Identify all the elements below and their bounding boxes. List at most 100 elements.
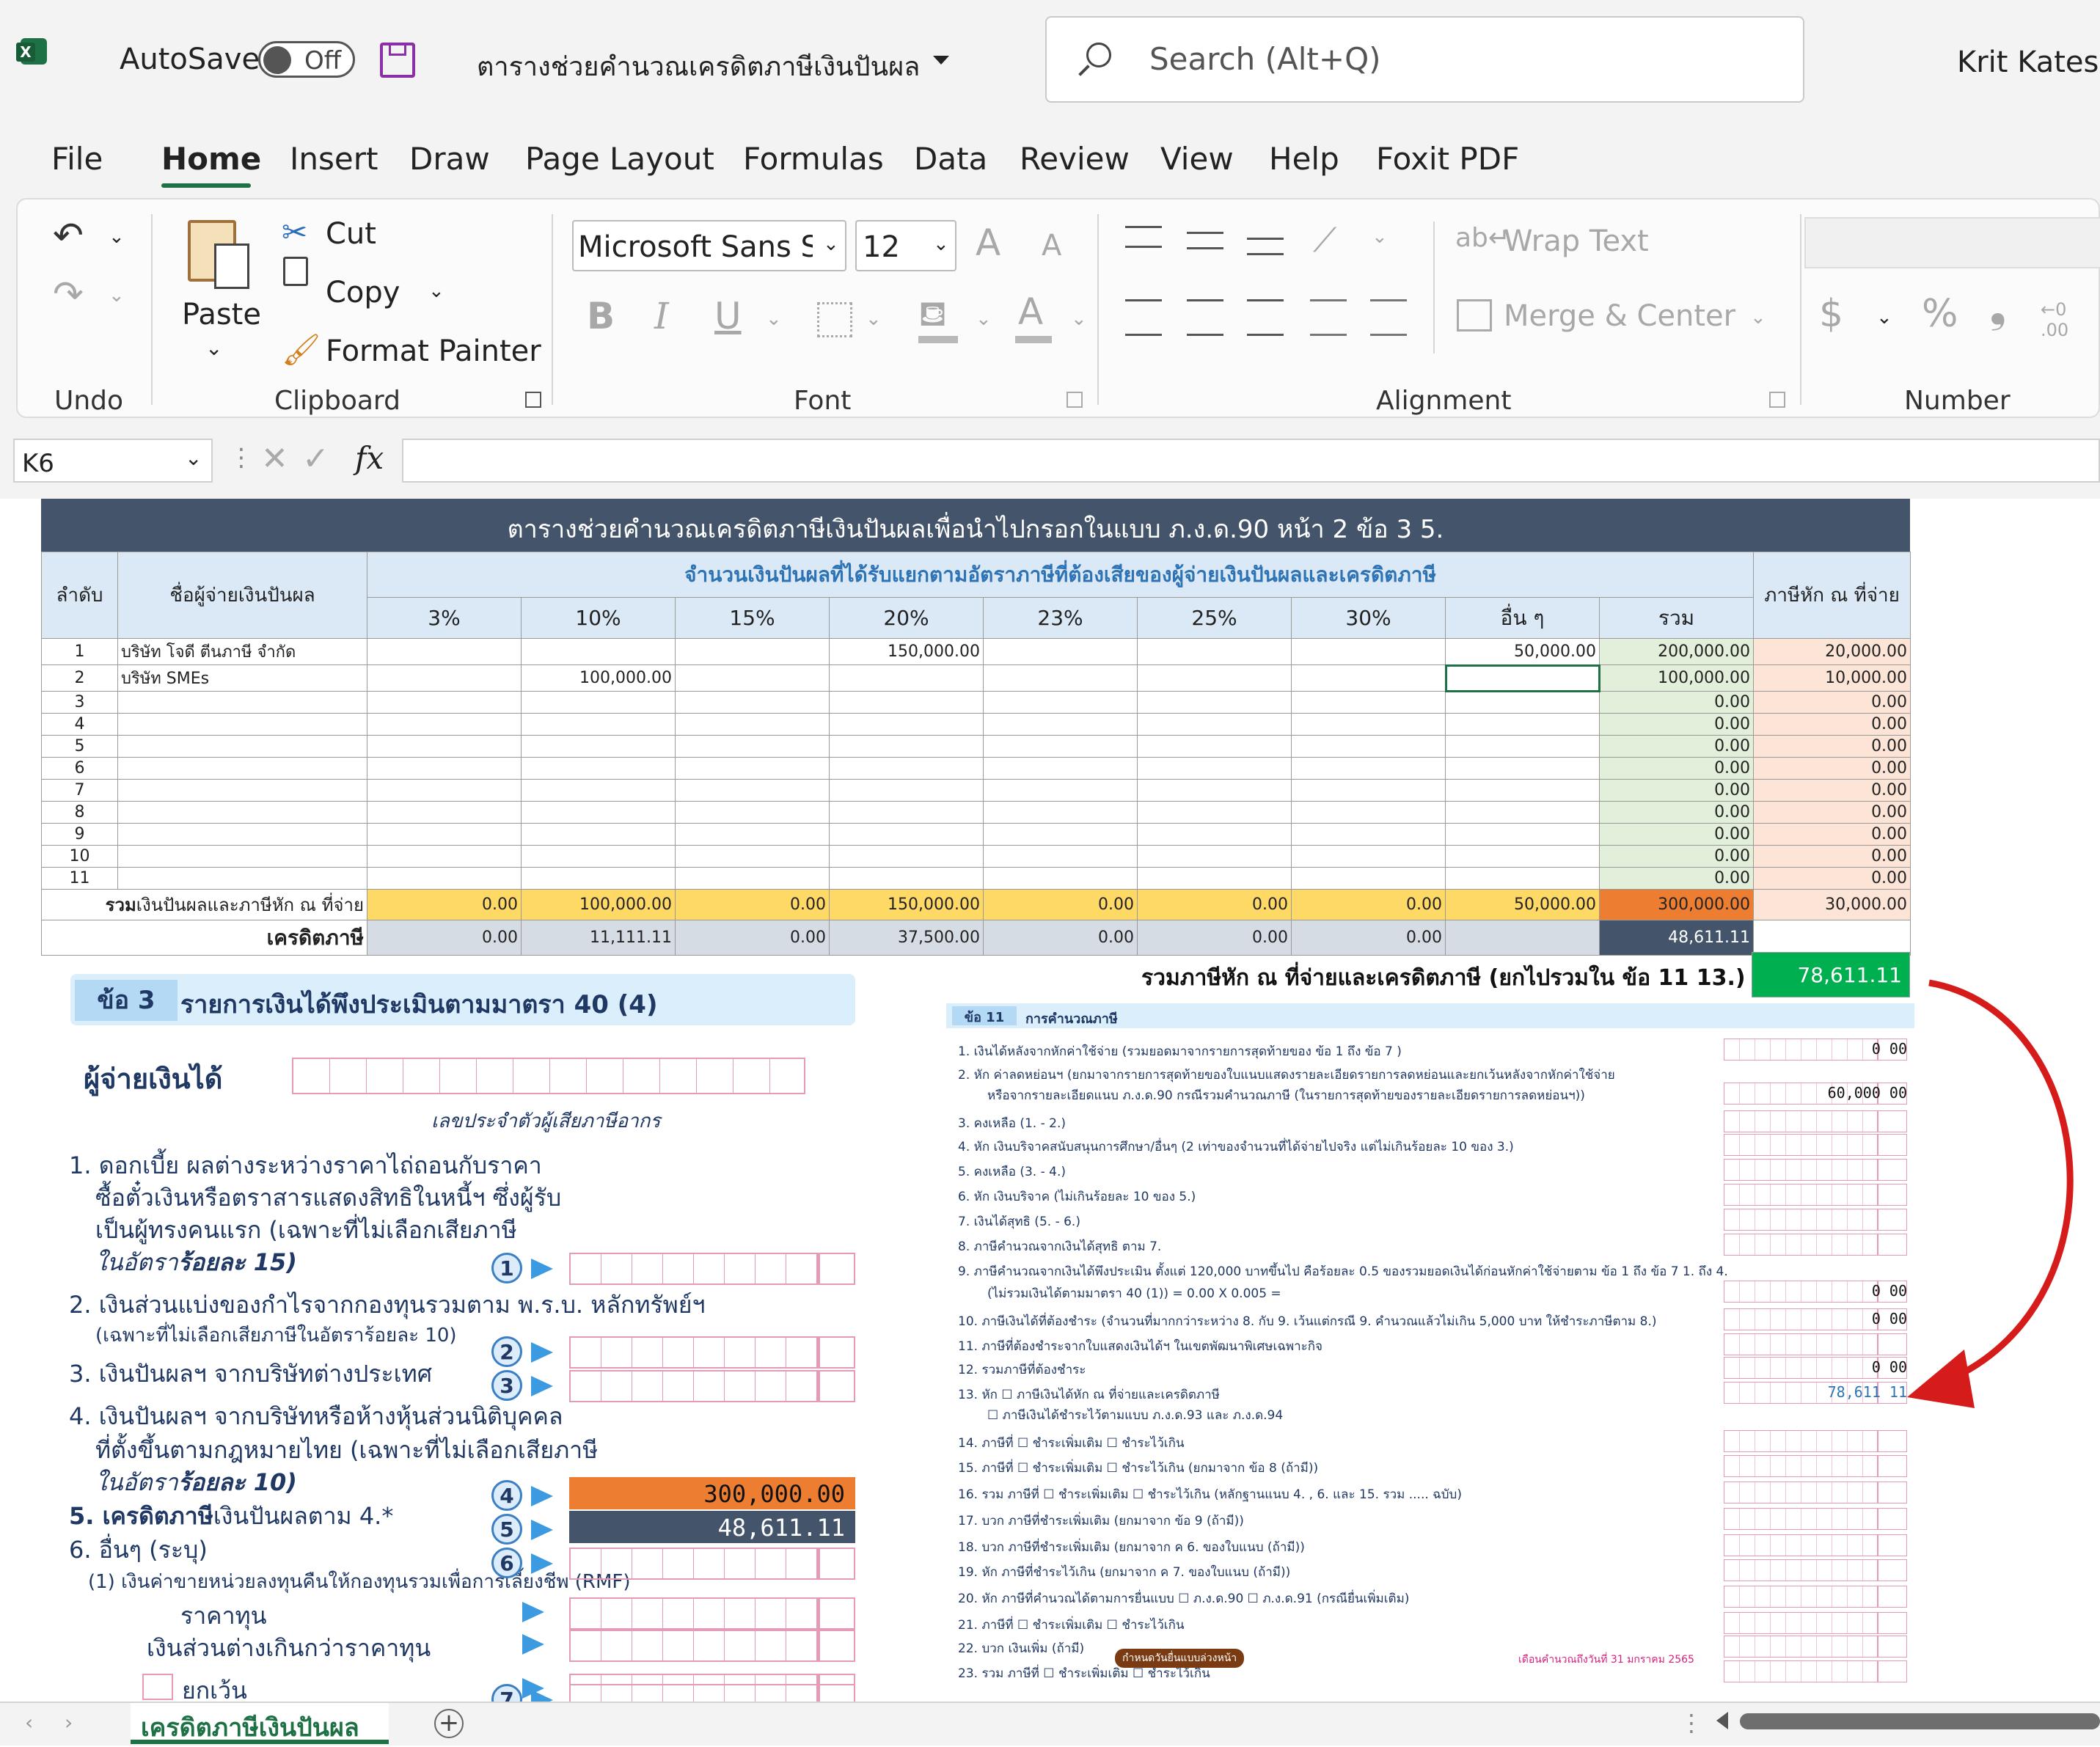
orientation-icon[interactable]: ⟋ [1313, 220, 1336, 261]
amount-boxes[interactable] [1724, 1482, 1878, 1504]
tab-formulas[interactable]: Formulas [743, 141, 884, 177]
amount-boxes[interactable] [569, 1336, 819, 1369]
format-painter-button[interactable]: Format Painter [326, 334, 541, 368]
tab-options-icon[interactable]: ⋮ [1680, 1709, 1703, 1737]
amount-cell[interactable] [1291, 735, 1446, 758]
amount-boxes[interactable] [1724, 1636, 1878, 1658]
amount-cell[interactable] [521, 713, 676, 736]
align-center-icon[interactable] [1187, 299, 1223, 336]
amount-boxes[interactable] [1724, 1430, 1878, 1452]
row-total[interactable]: 0.00 [1598, 845, 1755, 868]
row-no[interactable]: 11 [41, 867, 118, 890]
row-wht[interactable]: 0.00 [1753, 735, 1911, 758]
sum-cell[interactable]: 100,000.00 [521, 889, 676, 920]
amount-boxes[interactable] [1724, 1134, 1878, 1156]
merge-center-button[interactable]: Merge & Center [1504, 299, 1735, 333]
amount-cell[interactable] [521, 691, 676, 714]
sheet-tab-active[interactable]: เครดิตภาษีเงินปันผล [131, 1703, 389, 1744]
payer-name[interactable] [117, 845, 367, 868]
amount-boxes[interactable] [1724, 1209, 1878, 1231]
amount-cell[interactable] [521, 757, 676, 780]
calc-value[interactable]: 78,611 11 [1724, 1383, 1907, 1401]
amount-cell[interactable]: 150,000.00 [829, 638, 984, 665]
amount-boxes[interactable] [1724, 1612, 1878, 1634]
row-total[interactable]: 0.00 [1598, 801, 1755, 824]
scissors-icon[interactable]: ✂ [282, 214, 307, 250]
amount-boxes[interactable] [1724, 1333, 1878, 1355]
row-wht[interactable]: 20,000.00 [1753, 638, 1911, 665]
amount-cell[interactable] [829, 757, 984, 780]
more-icon[interactable]: ⋮ [229, 443, 254, 472]
payer-name[interactable] [117, 691, 367, 714]
amount-cell[interactable] [675, 801, 830, 824]
amount-cell[interactable] [1137, 757, 1292, 780]
amount-cell[interactable] [1445, 691, 1600, 714]
credit-cell[interactable]: 0.00 [675, 920, 830, 956]
amount-cell[interactable] [983, 664, 1138, 692]
amount-cell[interactable] [367, 735, 522, 758]
credit-cell[interactable] [1445, 920, 1600, 956]
satang-box[interactable] [1878, 1159, 1907, 1181]
horizontal-scrollbar[interactable] [1740, 1713, 2100, 1729]
amount-cell[interactable] [983, 757, 1138, 780]
sum-cell[interactable]: 0.00 [675, 889, 830, 920]
tab-file[interactable]: File [51, 141, 103, 177]
format-painter-icon[interactable]: 🖌 [282, 332, 321, 368]
next-sheet-icon[interactable]: › [65, 1710, 73, 1735]
amount-cell[interactable] [983, 823, 1138, 846]
font-size-select[interactable]: 12 ⌄ [855, 220, 956, 271]
row-wht[interactable]: 0.00 [1753, 801, 1911, 824]
satang-box[interactable] [1878, 1559, 1907, 1581]
excel-logo-icon[interactable]: X [16, 38, 47, 65]
row-wht[interactable]: 0.00 [1753, 867, 1911, 890]
amount-boxes[interactable] [1724, 1159, 1878, 1181]
satang-box[interactable] [1878, 1508, 1907, 1530]
align-bottom-icon[interactable] [1247, 238, 1284, 255]
amount-cell[interactable] [829, 867, 984, 890]
satang-box[interactable] [1878, 1209, 1907, 1231]
amount-boxes[interactable] [569, 1548, 819, 1580]
amount-cell[interactable] [675, 845, 830, 868]
insert-function-icon[interactable]: fx [355, 440, 384, 476]
amount-cell[interactable] [983, 867, 1138, 890]
payer-name[interactable] [117, 713, 367, 736]
cancel-icon[interactable]: ✕ [261, 440, 288, 477]
credit-blank[interactable] [1753, 920, 1911, 956]
amount-cell[interactable] [1291, 691, 1446, 714]
fill-dropdown-icon[interactable]: ⌄ [976, 308, 992, 330]
increase-indent-icon[interactable] [1370, 299, 1407, 336]
prev-sheet-icon[interactable]: ‹ [25, 1710, 33, 1735]
align-top-icon[interactable] [1125, 226, 1162, 248]
amount-cell[interactable] [1445, 735, 1600, 758]
filename[interactable]: ตารางช่วยคำนวณเครดิตภาษีเงินปันผล [477, 45, 920, 87]
amount-cell[interactable] [829, 735, 984, 758]
amount-cell[interactable] [1445, 779, 1600, 802]
amount-cell[interactable] [983, 801, 1138, 824]
amount-cell[interactable] [1445, 845, 1600, 868]
satang-box[interactable] [819, 1597, 855, 1630]
align-left-icon[interactable] [1125, 299, 1162, 336]
payer-name[interactable] [117, 779, 367, 802]
align-right-icon[interactable] [1247, 299, 1284, 336]
fill-color-icon[interactable]: ⛾ [918, 293, 947, 339]
name-box[interactable]: K6 ⌄ [13, 439, 213, 483]
row-total[interactable]: 0.00 [1598, 691, 1755, 714]
satang-box[interactable] [819, 1253, 855, 1285]
redo-icon[interactable]: ↷ [53, 273, 84, 315]
row-wht[interactable]: 10,000.00 [1753, 664, 1911, 692]
decimal-button[interactable]: ←0 .00 [2041, 299, 2085, 340]
satang-box[interactable] [1878, 1660, 1907, 1682]
amount-cell[interactable] [521, 779, 676, 802]
paste-button[interactable]: Paste [182, 298, 261, 332]
row-total[interactable]: 0.00 [1598, 779, 1755, 802]
sum-cell[interactable]: 0.00 [1137, 889, 1292, 920]
row-total[interactable]: 0.00 [1598, 823, 1755, 846]
amount-cell[interactable] [367, 823, 522, 846]
merge-dropdown-icon[interactable]: ⌄ [1750, 307, 1766, 329]
row-no[interactable]: 5 [41, 735, 118, 758]
satang-box[interactable] [1878, 1482, 1907, 1504]
satang-box[interactable] [1878, 1333, 1907, 1355]
amount-cell[interactable] [1137, 845, 1292, 868]
amount-cell[interactable] [675, 691, 830, 714]
amount-cell[interactable] [1445, 757, 1600, 780]
